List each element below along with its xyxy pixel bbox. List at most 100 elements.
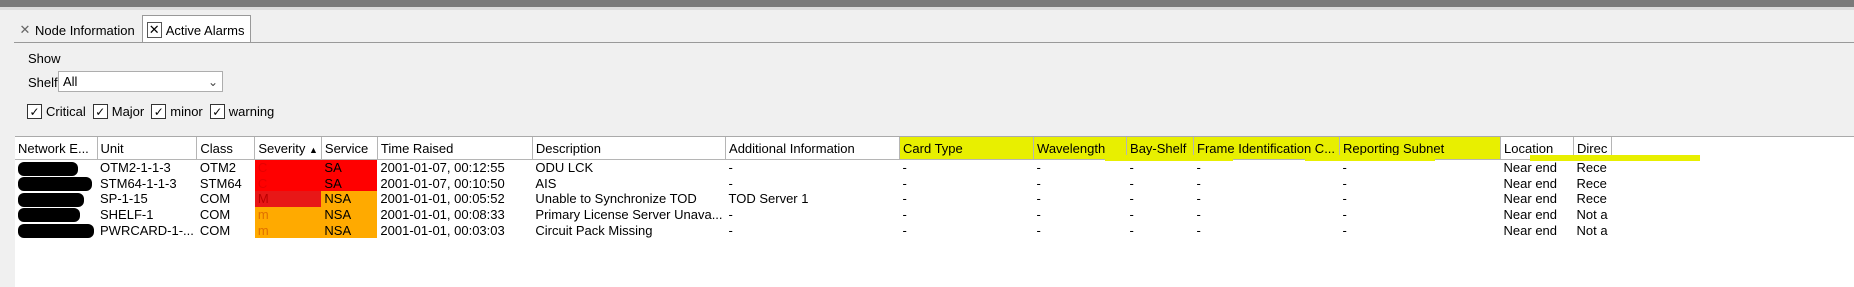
tab-label: Node Information — [35, 22, 135, 38]
severity-cell: m — [254, 206, 322, 223]
description-cell: Primary License Server Unava... — [535, 206, 723, 222]
table-row[interactable]: OTM2-1-1-3 OTM2 C SA 2001-01-07, 00:12:5… — [15, 159, 1612, 176]
checkbox-label: Critical — [46, 104, 86, 119]
column-header[interactable]: Card Type — [899, 137, 1035, 160]
shelf-select-value: All — [63, 74, 78, 89]
checkbox-label: Major — [111, 104, 145, 119]
bay-shelf-cell: - — [1129, 175, 1134, 191]
redaction-mark — [18, 192, 84, 207]
alarms-table: Network E... Unit Class Severity ▲ Servi… — [15, 137, 1613, 238]
redaction-mark — [18, 177, 92, 192]
class-cell: COM — [199, 191, 231, 207]
bay-shelf-cell: - — [1129, 160, 1134, 176]
tab-label: Active Alarms — [165, 22, 245, 38]
direction-cell: Rece — [1576, 175, 1607, 191]
card-type-cell: - — [902, 206, 907, 222]
minor-checkbox[interactable]: ✓ minor — [151, 104, 203, 119]
network-element-cell — [15, 222, 97, 238]
column-header-label: Severity — [258, 140, 306, 156]
location-cell: Near end — [1503, 175, 1558, 191]
description-cell: Unable to Synchronize TOD — [535, 191, 697, 207]
service-cell: NSA — [321, 206, 378, 223]
checkbox-label: warning — [228, 104, 275, 119]
column-header[interactable]: Unit — [97, 137, 198, 160]
shelf-select[interactable]: All ⌄ — [58, 71, 223, 92]
table-row[interactable]: SP-1-15 COM M NSA 2001-01-01, 00:05:52 U… — [15, 191, 1612, 207]
tab-active-alarms[interactable]: ✕ Active Alarms — [141, 15, 252, 44]
wavelength-cell: - — [1036, 175, 1041, 191]
table-row[interactable]: SHELF-1 COM m NSA 2001-01-01, 00:08:33 P… — [15, 206, 1612, 223]
additional-info-cell: - — [728, 175, 733, 191]
checkbox-check-icon[interactable]: ✓ — [92, 104, 108, 119]
table-row[interactable]: STM64-1-1-3 STM64 C SA 2001-01-07, 00:10… — [15, 175, 1612, 192]
major-checkbox[interactable]: ✓ Major — [92, 104, 145, 119]
location-cell: Near end — [1503, 222, 1558, 238]
column-header[interactable]: Network E... — [15, 137, 98, 160]
bay-shelf-cell: - — [1129, 206, 1134, 222]
class-cell: OTM2 — [199, 160, 237, 176]
direction-cell: Rece — [1576, 160, 1607, 176]
card-type-cell: - — [902, 191, 907, 207]
time-raised-cell: 2001-01-01, 00:05:52 — [380, 191, 505, 207]
redaction-mark — [18, 223, 94, 238]
class-cell: STM64 — [199, 175, 242, 191]
direction-cell: Not a — [1576, 206, 1608, 222]
column-header[interactable]: Additional Information — [725, 137, 901, 160]
card-type-cell: - — [902, 175, 907, 191]
column-header[interactable]: Time Raised — [377, 137, 533, 160]
wavelength-cell: - — [1036, 191, 1041, 207]
close-icon[interactable]: ✕ — [146, 22, 162, 38]
unit-cell: OTM2-1-1-3 — [100, 160, 171, 176]
service-cell: SA — [321, 159, 378, 176]
severity-cell: M — [254, 191, 322, 207]
checkbox-check-icon[interactable]: ✓ — [27, 104, 42, 119]
frame-id-cell: - — [1196, 222, 1201, 238]
location-cell: Near end — [1503, 160, 1558, 176]
close-icon[interactable]: ✕ — [19, 22, 31, 38]
redaction-mark — [18, 208, 80, 223]
checkbox-check-icon[interactable]: ✓ — [209, 104, 225, 119]
tab-node-information[interactable]: ✕ Node Information — [14, 16, 142, 44]
unit-cell: SHELF-1 — [100, 206, 154, 222]
card-type-cell: - — [902, 222, 907, 238]
severity-cell: C — [254, 175, 322, 192]
checkbox-check-icon[interactable]: ✓ — [151, 104, 167, 119]
column-header-severity[interactable]: Severity ▲ — [254, 137, 322, 160]
sort-ascending-icon: ▲ — [308, 144, 318, 155]
frame-id-cell: - — [1196, 160, 1201, 176]
description-cell: Circuit Pack Missing — [535, 222, 653, 238]
window-top-bar — [0, 0, 1854, 7]
highlight-mark — [1305, 155, 1435, 161]
time-raised-cell: 2001-01-01, 00:03:03 — [380, 222, 505, 238]
frame-id-cell: - — [1196, 175, 1201, 191]
frame-id-cell: - — [1196, 206, 1201, 222]
critical-checkbox[interactable]: ✓ Critical — [27, 104, 86, 119]
location-cell: Near end — [1503, 206, 1558, 222]
card-type-cell: - — [902, 160, 907, 176]
network-element-cell — [15, 191, 97, 207]
reporting-subnet-cell: - — [1342, 175, 1347, 191]
warning-checkbox[interactable]: ✓ warning — [209, 104, 275, 119]
unit-cell: SP-1-15 — [100, 191, 148, 207]
table-row[interactable]: PWRCARD-1-... COM m NSA 2001-01-01, 00:0… — [15, 222, 1612, 238]
column-header[interactable]: Service — [321, 137, 378, 160]
severity-cell: C — [254, 159, 322, 176]
time-raised-cell: 2001-01-01, 00:08:33 — [380, 206, 505, 222]
time-raised-cell: 2001-01-07, 00:12:55 — [380, 160, 505, 176]
additional-info-cell: - — [728, 160, 733, 176]
column-header[interactable]: Class — [196, 137, 256, 160]
reporting-subnet-cell: - — [1342, 191, 1347, 207]
unit-cell: PWRCARD-1-... — [100, 222, 194, 238]
severity-cell: m — [254, 222, 322, 238]
column-header[interactable]: Description — [532, 137, 727, 160]
service-cell: NSA — [321, 222, 378, 238]
service-cell: NSA — [321, 191, 378, 207]
checkbox-label: minor — [170, 104, 203, 119]
description-cell: ODU LCK — [535, 160, 594, 176]
service-cell: SA — [321, 175, 378, 192]
bay-shelf-cell: - — [1129, 191, 1134, 207]
network-element-cell — [15, 176, 97, 192]
highlight-mark — [1530, 155, 1700, 161]
tab-bar: ✕ Node Information ✕ Active Alarms — [14, 14, 252, 44]
location-cell: Near end — [1503, 191, 1558, 207]
